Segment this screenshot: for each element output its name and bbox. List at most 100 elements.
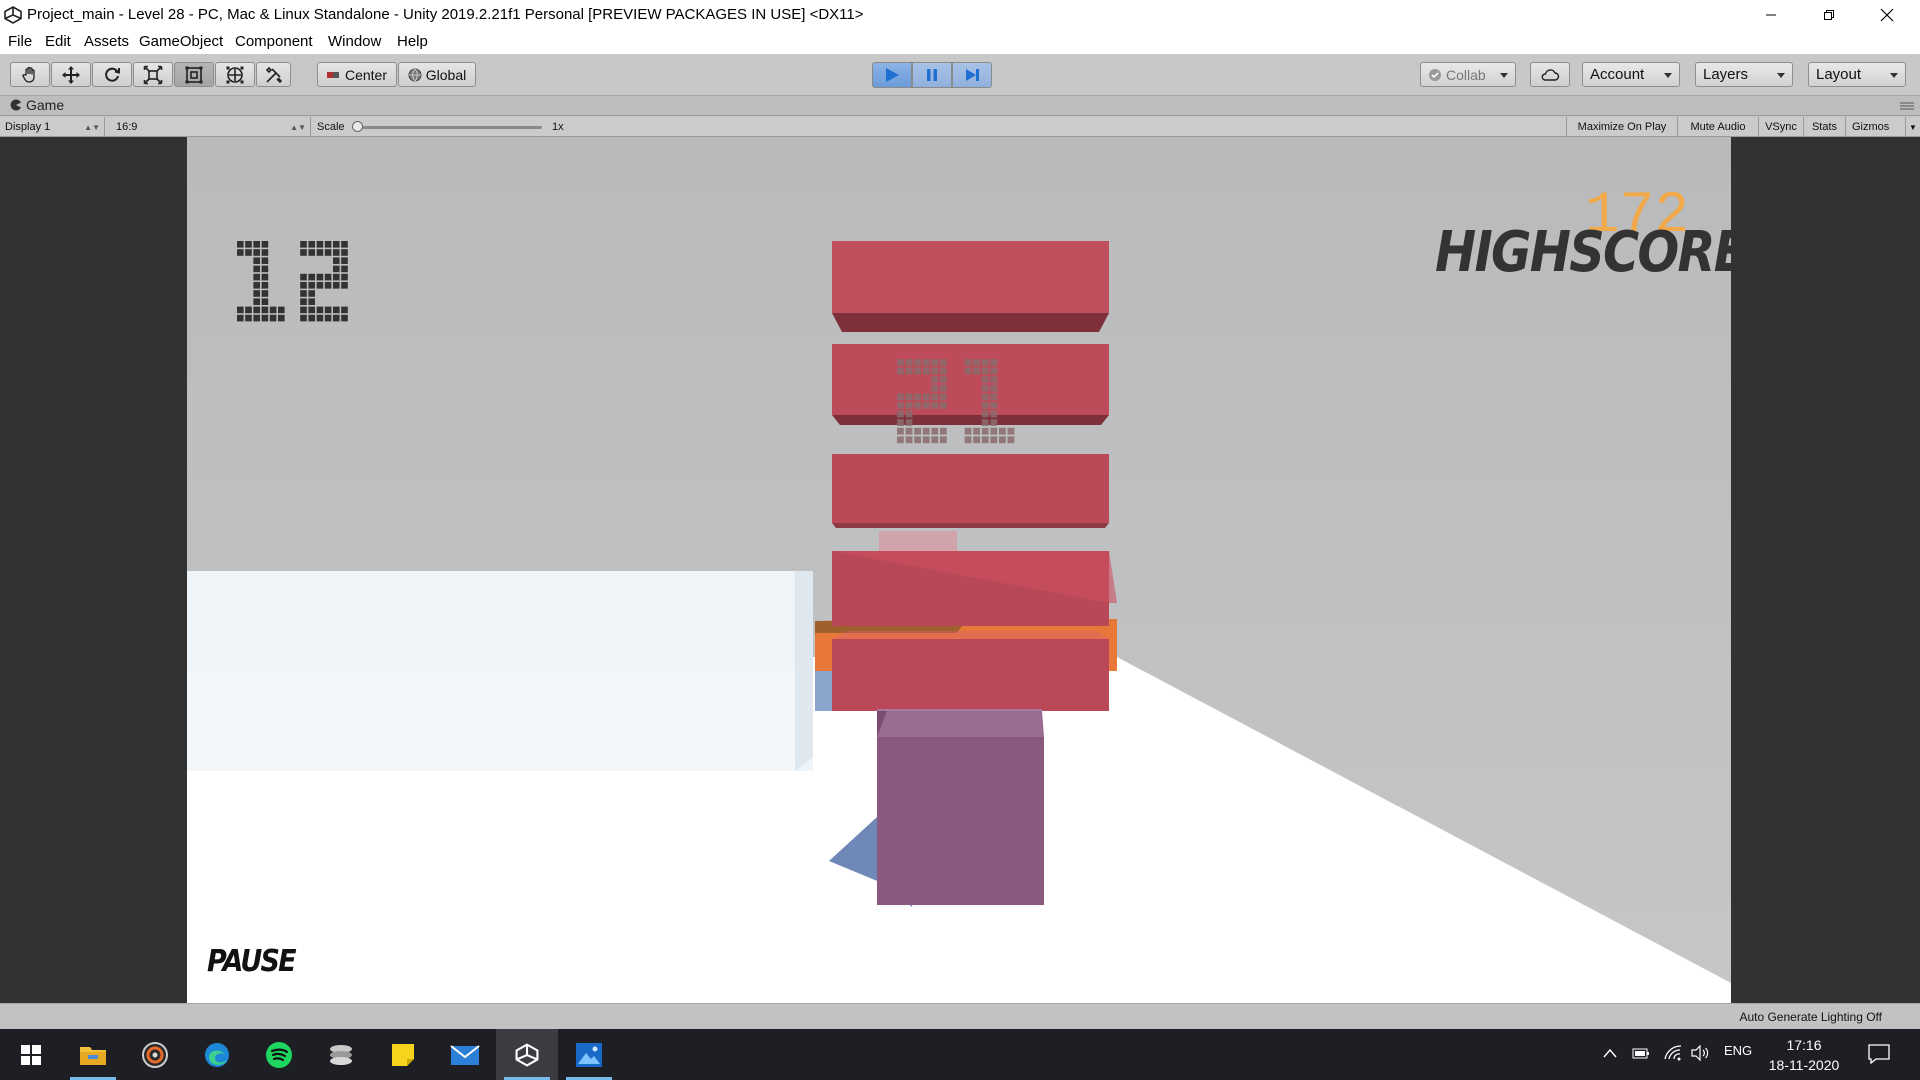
menu-help[interactable]: Help [397,33,428,50]
lighting-status[interactable]: Auto Generate Lighting Off [1739,1010,1882,1024]
taskbar-media-player[interactable] [124,1029,186,1080]
custom-tool-button[interactable] [256,62,291,87]
scale-slider-track[interactable] [357,126,542,129]
taskbar-photos[interactable] [558,1029,620,1080]
tab-game[interactable]: Game [10,97,64,113]
pixel-block [914,393,921,401]
globe-icon [408,68,422,82]
scale-value: 1x [552,121,564,133]
gizmos-arrow-button[interactable]: ▼ [1905,117,1920,137]
rect-tool-button[interactable] [174,62,214,87]
pixel-block [940,402,947,409]
volume-icon[interactable] [1690,1045,1710,1061]
pause-button[interactable] [912,62,952,88]
taskbar-sticky-notes[interactable] [372,1029,434,1080]
mute-audio-label: Mute Audio [1690,121,1746,133]
maximize-on-play-toggle[interactable]: Maximize On Play [1566,117,1677,137]
move-tool-button[interactable] [51,62,91,87]
media-player-icon [142,1041,168,1068]
player-cube-top [877,711,1044,737]
wifi-icon[interactable] [1664,1045,1682,1061]
pixel-block [914,436,921,444]
vsync-label: VSync [1765,121,1797,133]
gizmos-dropdown[interactable]: Gizmos [1845,117,1905,137]
display-dropdown[interactable]: Display 1 ▲▼ [0,117,105,137]
scale-control: Scale 1x [312,117,572,137]
pixel-block [981,367,989,375]
layout-dropdown[interactable]: Layout [1808,62,1906,87]
pixel-block [905,393,913,401]
vsync-toggle[interactable]: VSync [1758,117,1803,137]
panel-menu-icon[interactable] [1900,102,1914,110]
input-language[interactable]: ENG [1724,1043,1752,1058]
taskbar-file-explorer[interactable] [62,1029,124,1080]
taskbar-mail[interactable] [434,1029,496,1080]
mute-audio-toggle[interactable]: Mute Audio [1677,117,1758,137]
menu-edit[interactable]: Edit [45,33,71,50]
pivot-icon [326,71,339,78]
pixel-block [300,306,307,314]
pivot-center-button[interactable]: Center [317,62,397,87]
pixel-block [308,306,315,314]
restore-icon [1824,10,1834,20]
pixel-block [341,249,348,256]
updown-arrow-icon: ▲▼ [290,123,306,132]
taskbar-edge[interactable] [186,1029,248,1080]
menu-component[interactable]: Component [235,33,313,50]
pixel-block [940,367,947,375]
pixel-block [973,436,980,444]
pivot-global-button[interactable]: Global [398,62,476,87]
menu-window[interactable]: Window [328,33,381,50]
layers-dropdown[interactable]: Layers [1695,62,1793,87]
pixel-block [990,393,998,401]
aspect-dropdown[interactable]: 16:9 ▲▼ [111,117,311,137]
pixel-block [308,298,315,305]
clock[interactable]: 17:16 18-11-2020 [1764,1035,1844,1075]
pixel-block [914,427,921,435]
tray-expand-icon[interactable] [1603,1048,1617,1058]
menu-assets[interactable]: Assets [84,33,129,50]
game-view-toolbar: Display 1 ▲▼ 16:9 ▲▼ Scale 1x Maximize O… [0,117,1920,137]
battery-icon[interactable] [1632,1046,1650,1060]
pixel-block [981,384,989,392]
layout-label: Layout [1816,66,1862,83]
stats-toggle[interactable]: Stats [1803,117,1845,137]
start-button[interactable] [0,1029,62,1080]
collab-dropdown[interactable]: Collab [1420,62,1516,87]
rotate-tool-button[interactable] [92,62,132,87]
sticky-notes-icon [392,1043,414,1066]
cloud-icon [1541,68,1560,81]
restore-button[interactable] [1801,0,1857,30]
pixel-block [341,265,348,273]
taskbar-stack-app[interactable] [310,1029,372,1080]
menu-file[interactable]: File [8,33,32,50]
minimize-button[interactable] [1743,0,1799,30]
cloud-button[interactable] [1530,62,1570,87]
taskbar-unity[interactable] [496,1029,558,1080]
chevron-down-icon [1777,73,1785,78]
step-button[interactable] [952,62,992,88]
scale-tool-button[interactable] [133,62,173,87]
notification-icon[interactable] [1868,1044,1890,1064]
move-tool-icon [62,65,80,84]
pixel-block [253,265,260,273]
pixel-block [905,436,913,444]
game-render-view[interactable]: 12 21 172 HIGHSCORE PAUSE [187,137,1731,1003]
collab-label: Collab [1446,66,1486,83]
pixel-block [245,241,252,248]
pause-button[interactable]: PAUSE [207,944,297,979]
pixel-block [333,257,340,264]
menu-gameobject[interactable]: GameObject [139,33,223,50]
pixel-block [341,273,348,281]
scale-slider-handle[interactable] [352,121,363,132]
photos-icon [576,1042,602,1067]
hand-tool-button[interactable] [10,62,50,87]
pixel-block [940,376,947,383]
taskbar-spotify[interactable] [248,1029,310,1080]
transform-tool-button[interactable] [215,62,255,87]
pixel-block [261,306,269,314]
account-dropdown[interactable]: Account [1582,62,1680,87]
red-slab-4 [832,551,1117,626]
close-window-button[interactable] [1859,0,1915,30]
play-button[interactable] [872,62,912,88]
